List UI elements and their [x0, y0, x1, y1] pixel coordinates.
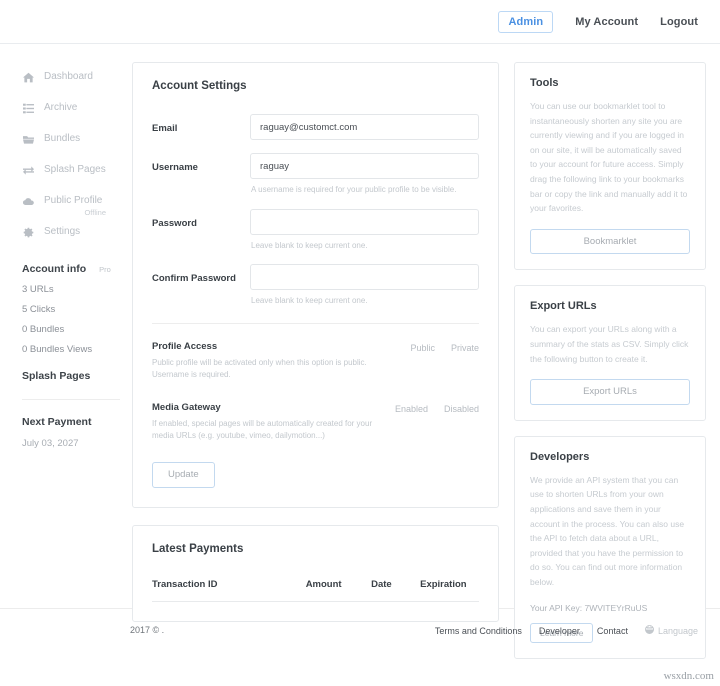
- confirm-password-row: Confirm Password Leave blank to keep cur…: [152, 264, 479, 307]
- update-button[interactable]: Update: [152, 462, 215, 488]
- profile-access-description: Public profile will be activated only wh…: [152, 357, 367, 380]
- export-urls-button[interactable]: Export URLs: [530, 379, 690, 405]
- sidebar-item-label: Bundles: [44, 133, 81, 144]
- tools-title: Tools: [530, 77, 559, 89]
- sidebar-item-archive[interactable]: Archive: [22, 93, 132, 123]
- sidebar-item-dashboard[interactable]: Dashboard: [22, 62, 132, 92]
- profile-access-title: Profile Access: [152, 340, 218, 352]
- stat-clicks: 5 Clicks: [22, 304, 56, 315]
- exchange-icon: [22, 164, 35, 177]
- sidebar-item-label: Splash Pages: [44, 164, 106, 175]
- column-amount: Amount: [305, 576, 372, 602]
- username-label: Username: [152, 162, 198, 173]
- tools-card: Tools You can use our bookmarklet tool t…: [514, 62, 706, 271]
- email-field[interactable]: [250, 114, 479, 140]
- sidebar-divider: [22, 399, 120, 400]
- public-profile-status: Offline: [84, 208, 106, 217]
- developers-title: Developers: [530, 450, 590, 463]
- sidebar-item-label: Public Profile: [44, 195, 103, 206]
- confirm-password-label: Confirm Password: [152, 273, 236, 285]
- sidebar-item-splash-pages[interactable]: Splash Pages: [22, 155, 132, 185]
- sidebar-item-label: Archive: [44, 102, 78, 113]
- payments-table-header-row: Transaction ID Amount Date Expiration: [152, 576, 479, 602]
- column-transaction-id: Transaction ID: [152, 576, 306, 602]
- email-row: Email: [152, 114, 479, 140]
- main-content: Account Settings Email Username A userna…: [132, 62, 514, 622]
- cloud-icon: [22, 195, 35, 208]
- next-payment-title: Next Payment: [22, 416, 92, 428]
- list-icon: [22, 102, 35, 115]
- media-gateway-disabled-option[interactable]: Disabled: [444, 404, 479, 414]
- sidebar-splash-pages-heading: Splash Pages: [22, 370, 91, 382]
- account-info-heading: Account info Pro: [22, 263, 132, 275]
- bookmarklet-button[interactable]: Bookmarklet: [530, 228, 690, 255]
- footer-link-terms[interactable]: Terms and Conditions: [435, 626, 522, 636]
- media-gateway-description: If enabled, special pages will be automa…: [152, 418, 373, 440]
- payments-table: Transaction ID Amount Date Expiration: [152, 576, 479, 602]
- api-key-text: Your API Key: 7WVITEYrRuUS: [530, 602, 648, 613]
- sidebar-item-bundles[interactable]: Bundles: [22, 124, 132, 154]
- latest-payments-title: Latest Payments: [152, 542, 244, 555]
- page-title: Account Settings: [152, 80, 247, 92]
- password-row: Password Leave blank to keep current one…: [152, 208, 479, 252]
- confirm-password-field[interactable]: [250, 264, 479, 291]
- globe-icon: [644, 625, 654, 636]
- account-settings-card: Account Settings Email Username A userna…: [132, 62, 499, 508]
- username-row: Username A username is required for your…: [152, 153, 479, 196]
- watermark: wsxdn.com: [663, 670, 714, 682]
- copyright-text: 2017 © .: [130, 625, 165, 635]
- username-field[interactable]: [250, 153, 479, 179]
- language-selector[interactable]: Language: [644, 625, 698, 636]
- media-gateway-title: Media Gateway: [152, 401, 221, 413]
- form-divider: [152, 322, 479, 324]
- latest-payments-card: Latest Payments Transaction ID Amount Da…: [132, 524, 499, 622]
- stat-bundles-views: 0 Bundles Views: [22, 344, 93, 355]
- gear-icon: [22, 226, 35, 239]
- account-info-title: Account info: [22, 263, 87, 275]
- footer-navigation: Terms and Conditions Developer Contact L…: [435, 625, 698, 636]
- sidebar-item-label: Settings: [44, 226, 81, 237]
- footer-link-contact[interactable]: Contact: [597, 626, 628, 636]
- topnav: Admin My Account Logout: [498, 10, 698, 33]
- profile-access-row: Profile Access Public profile will be ac…: [152, 341, 479, 382]
- email-label: Email: [152, 123, 178, 134]
- media-gateway-row: Media Gateway If enabled, special pages …: [152, 402, 479, 443]
- export-urls-title: Export URLs: [530, 300, 597, 313]
- stat-urls: 3 URLs: [22, 284, 54, 295]
- column-date: Date: [371, 576, 421, 602]
- confirm-password-hint: Leave blank to keep current one.: [251, 296, 368, 306]
- folder-icon: [22, 133, 35, 146]
- developers-description: We provide an API system that you can us…: [530, 474, 685, 587]
- right-sidebar: Tools You can use our bookmarklet tool t…: [514, 62, 706, 660]
- language-label: Language: [657, 625, 698, 636]
- page-body: Dashboard Archive Bundles Splash Pages P: [0, 44, 720, 660]
- export-urls-card: Export URLs You can export your URLs alo…: [514, 285, 706, 421]
- top-navigation-bar: Admin My Account Logout: [0, 0, 720, 44]
- topnav-item-my-account[interactable]: My Account: [575, 16, 638, 28]
- column-expiration: Expiration: [420, 576, 479, 602]
- tools-description: You can use our bookmarklet tool to inst…: [530, 101, 688, 214]
- topnav-item-logout[interactable]: Logout: [660, 16, 698, 28]
- stat-bundles: 0 Bundles: [22, 324, 65, 335]
- sidebar: Dashboard Archive Bundles Splash Pages P: [14, 62, 132, 608]
- export-urls-description: You can export your URLs along with a su…: [530, 324, 689, 364]
- media-gateway-enabled-option[interactable]: Enabled: [395, 404, 428, 414]
- pro-badge: Pro: [99, 265, 111, 274]
- footer-link-developer[interactable]: Developer: [539, 626, 580, 636]
- next-payment-date: July 03, 2027: [22, 438, 79, 449]
- sidebar-item-settings[interactable]: Settings: [22, 217, 132, 247]
- profile-access-private-option[interactable]: Private: [451, 343, 479, 353]
- topnav-item-admin[interactable]: Admin: [498, 10, 554, 33]
- password-hint: Leave blank to keep current one.: [251, 240, 368, 250]
- password-field[interactable]: [250, 208, 479, 235]
- sidebar-item-label: Dashboard: [44, 71, 93, 82]
- profile-access-public-option[interactable]: Public: [410, 343, 435, 353]
- username-hint: A username is required for your public p…: [251, 185, 457, 194]
- password-label: Password: [152, 217, 197, 229]
- home-icon: [22, 71, 35, 84]
